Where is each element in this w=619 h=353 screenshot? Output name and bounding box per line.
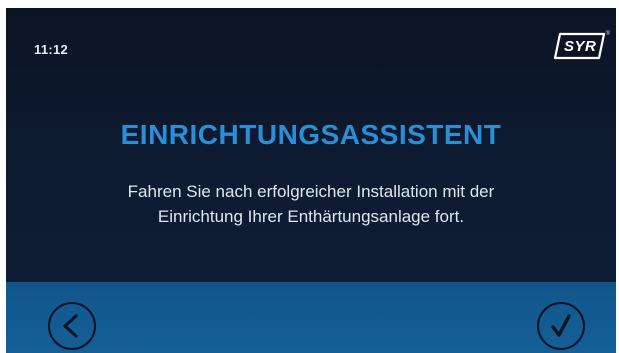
device-screen: 11:12 SYR ® EINRICHTUNGSASSISTENT Fahren… (6, 8, 616, 353)
back-button[interactable] (48, 302, 96, 350)
confirm-button[interactable] (537, 302, 585, 350)
navigation-footer (6, 282, 616, 353)
checkmark-icon (551, 314, 571, 337)
registered-mark: ® (605, 31, 610, 37)
logo-text: SYR (564, 38, 597, 55)
wizard-message-line-2: Einrichtung Ihrer Enthärtungsanlage fort… (157, 207, 465, 226)
chevron-left-icon (63, 314, 78, 338)
clock: 11:12 (34, 42, 69, 57)
syr-logo: SYR ® (553, 29, 610, 63)
wizard-message-line-1: Fahren Sie nach erfolgreicher Installati… (127, 182, 495, 201)
wizard-title: EINRICHTUNGSASSISTENT (120, 119, 502, 150)
wizard-message: Fahren Sie nach erfolgreicher Installati… (46, 179, 576, 229)
